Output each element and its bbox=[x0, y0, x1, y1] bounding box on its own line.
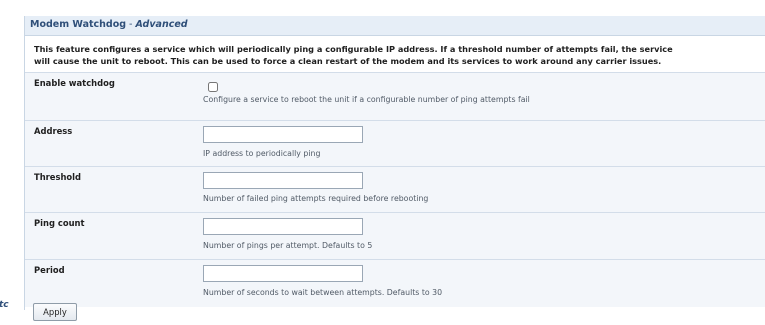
intro-line-2: will cause the unit to reboot. This can … bbox=[34, 56, 662, 66]
threshold-label: Threshold bbox=[34, 172, 82, 182]
period-row: Period Number of seconds to wait between… bbox=[25, 259, 765, 307]
ping-count-row: Ping count Number of pings per attempt. … bbox=[25, 212, 765, 259]
enable-watchdog-label: Enable watchdog bbox=[34, 78, 115, 88]
period-help: Number of seconds to wait between attemp… bbox=[203, 288, 443, 297]
enable-watchdog-help: Configure a service to reboot the unit i… bbox=[203, 95, 530, 104]
address-help: IP address to periodically ping bbox=[203, 149, 321, 158]
panel-header: Modem Watchdog - Advanced bbox=[25, 16, 765, 36]
cropped-edge-text: tc bbox=[0, 300, 9, 310]
ping-count-input[interactable] bbox=[203, 218, 363, 235]
address-label: Address bbox=[34, 126, 73, 136]
address-input[interactable] bbox=[203, 126, 363, 143]
address-row: Address IP address to periodically ping bbox=[25, 120, 765, 166]
threshold-help: Number of failed ping attempts required … bbox=[203, 194, 429, 203]
period-label: Period bbox=[34, 265, 65, 275]
enable-watchdog-checkbox[interactable] bbox=[208, 82, 218, 92]
period-input[interactable] bbox=[203, 265, 363, 282]
modem-watchdog-panel: Modem Watchdog - Advanced This feature con… bbox=[24, 16, 765, 310]
intro-line-1: This feature configures a service which … bbox=[34, 44, 673, 54]
threshold-row: Threshold Number of failed ping attempts… bbox=[25, 166, 765, 212]
panel-title: Modem Watchdog bbox=[30, 19, 127, 30]
panel-mode: Advanced bbox=[135, 19, 188, 30]
ping-count-label: Ping count bbox=[34, 218, 85, 228]
intro-text: This feature configures a service which … bbox=[34, 43, 764, 67]
threshold-input[interactable] bbox=[203, 172, 363, 189]
enable-watchdog-row: Enable watchdog Configure a service to r… bbox=[25, 72, 765, 120]
apply-button[interactable]: Apply bbox=[33, 303, 77, 321]
ping-count-help: Number of pings per attempt. Defaults to… bbox=[203, 241, 373, 250]
